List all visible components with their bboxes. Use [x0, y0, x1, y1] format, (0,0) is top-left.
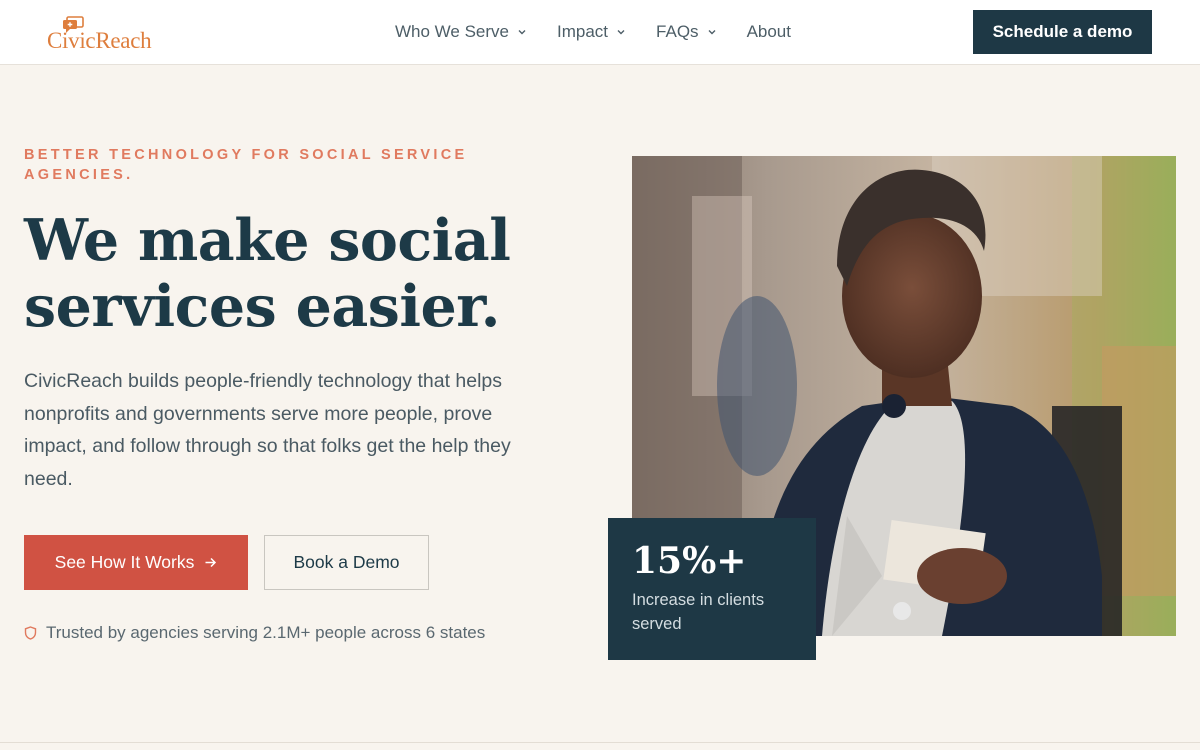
- nav-item-who-we-serve[interactable]: Who We Serve: [395, 22, 527, 42]
- nav-item-impact[interactable]: Impact: [557, 22, 626, 42]
- headline-line-2: services easier.: [24, 273, 500, 340]
- nav-item-label: Impact: [557, 22, 609, 41]
- chevron-down-icon: [708, 30, 716, 35]
- section-divider: [0, 742, 1200, 743]
- nav-item-label: Who We Serve: [395, 22, 510, 41]
- site-header: CivicReach Who We Serve Impact FAQs Abou…: [0, 0, 1200, 65]
- nav-item-faqs[interactable]: FAQs: [656, 22, 717, 42]
- book-demo-button[interactable]: Book a Demo: [264, 535, 429, 590]
- shield-icon: [24, 626, 37, 640]
- main-nav: Who We Serve Impact FAQs About: [395, 0, 791, 64]
- stat-card: 15%+ Increase in clients served: [608, 518, 816, 660]
- button-label: See How It Works: [54, 552, 195, 572]
- hero-headline: We make social services easier.: [24, 208, 544, 340]
- chevron-down-icon: [617, 30, 625, 35]
- schedule-demo-button[interactable]: Schedule a demo: [973, 10, 1152, 54]
- hero-eyebrow: BETTER TECHNOLOGY FOR SOCIAL SERVICE AGE…: [24, 147, 468, 183]
- nav-item-label: About: [746, 22, 791, 41]
- logo-text: CivicReach: [47, 28, 152, 53]
- stat-value: 15%+: [632, 540, 747, 582]
- headline-line-1: We make social: [24, 207, 511, 274]
- nav-item-about[interactable]: About: [747, 22, 791, 42]
- trust-text: Trusted by agencies serving 2.1M+ people…: [46, 623, 486, 642]
- hero-description: CivicReach builds people-friendly techno…: [24, 370, 511, 490]
- civicreach-logo[interactable]: CivicReach: [47, 16, 167, 53]
- trust-statement: Trusted by agencies serving 2.1M+ people…: [24, 623, 485, 643]
- stat-label: Increase in clients served: [632, 591, 765, 633]
- chevron-down-icon: [518, 30, 526, 35]
- see-how-it-works-button[interactable]: See How It Works: [24, 535, 248, 590]
- arrow-right-icon: [205, 557, 217, 568]
- nav-item-label: FAQs: [656, 22, 699, 41]
